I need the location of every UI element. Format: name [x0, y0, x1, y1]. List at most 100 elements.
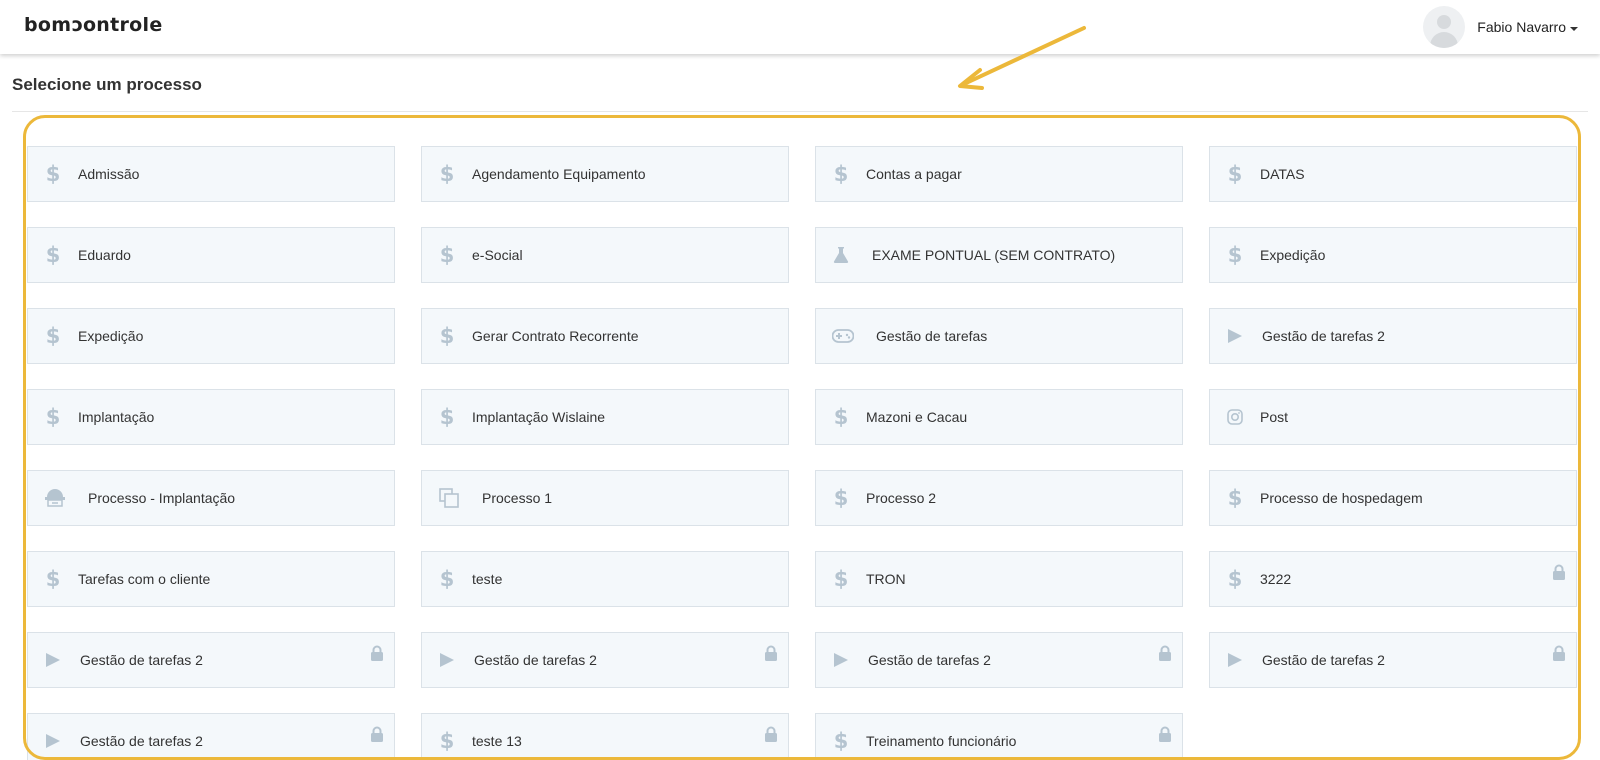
- process-card[interactable]: Gestão de tarefas 2: [421, 632, 789, 688]
- process-card-label: Treinamento funcionário: [866, 733, 1017, 749]
- process-card[interactable]: $ teste: [421, 551, 789, 607]
- process-card[interactable]: Post: [1209, 389, 1577, 445]
- process-card-label: Expedição: [1260, 247, 1326, 263]
- dollar-icon: $: [833, 486, 849, 510]
- process-card-label: teste: [472, 571, 503, 587]
- process-card[interactable]: $3222: [1209, 551, 1577, 607]
- process-card[interactable]: $ Implantação: [27, 389, 395, 445]
- dollar-icon: $: [439, 162, 455, 186]
- play-icon: [1224, 649, 1246, 671]
- process-card[interactable]: $ Mazoni e Cacau: [815, 389, 1183, 445]
- avatar[interactable]: [1423, 6, 1466, 48]
- process-card[interactable]: $ Tarefas com o cliente: [27, 551, 395, 607]
- process-card[interactable]: $ Expedição: [1209, 227, 1577, 283]
- process-card-label: Processo 1: [482, 490, 553, 506]
- process-card-label: e-Social: [472, 247, 523, 263]
- avatar-head: [1437, 15, 1452, 29]
- process-card-label: Tarefas com o cliente: [78, 571, 211, 587]
- dollar-icon: $: [439, 405, 455, 429]
- process-card-label: Implantação: [78, 409, 155, 425]
- process-card[interactable]: EXAME PONTUAL (SEM CONTRATO): [815, 227, 1183, 283]
- lock-icon: [1553, 645, 1565, 661]
- process-grid: $ Admissão $ Agendamento Equipamento $ Contas…: [27, 146, 1577, 760]
- process-card-label: Expedição: [78, 328, 144, 344]
- dollar-icon: $: [1227, 162, 1243, 186]
- process-card-label: Processo 2: [866, 490, 937, 506]
- copy-icon: [436, 487, 462, 509]
- process-card-label: Processo de hospedagem: [1260, 490, 1423, 506]
- title-divider: [12, 111, 1588, 112]
- process-card-label: Gestão de tarefas 2: [1262, 652, 1385, 668]
- process-card[interactable]: $ DATAS: [1209, 146, 1577, 202]
- process-card-label: Eduardo: [78, 247, 131, 263]
- lock-icon: [371, 645, 383, 661]
- process-card-label: Gestão de tarefas: [876, 328, 988, 344]
- logo-text-b: ontrole: [82, 14, 163, 36]
- play-icon: [830, 649, 852, 671]
- process-card-label: Gestão de tarefas 2: [474, 652, 597, 668]
- lock-icon: [1553, 564, 1565, 580]
- process-card[interactable]: Gestão de tarefas 2: [27, 713, 395, 760]
- process-card-label: TRON: [866, 571, 906, 587]
- process-card[interactable]: Processo 1: [421, 470, 789, 526]
- process-card[interactable]: Processo - Implantação: [27, 470, 395, 526]
- process-card-label: EXAME PONTUAL (SEM CONTRATO): [872, 247, 1116, 263]
- process-card[interactable]: $ Gerar Contrato Recorrente: [421, 308, 789, 364]
- process-card[interactable]: Gestão de tarefas 2: [27, 632, 395, 688]
- dollar-icon: $: [45, 162, 61, 186]
- gamepad-icon: [830, 325, 856, 347]
- dollar-icon: $: [439, 243, 455, 267]
- process-card[interactable]: $ e-Social: [421, 227, 789, 283]
- process-card[interactable]: $ Admissão: [27, 146, 395, 202]
- dollar-icon: $: [45, 324, 61, 348]
- process-card-label: Gestão de tarefas 2: [80, 733, 203, 749]
- lock-icon: [1159, 726, 1171, 742]
- play-icon: [436, 649, 458, 671]
- process-card[interactable]: $ Expedição: [27, 308, 395, 364]
- dollar-icon: $: [439, 324, 455, 348]
- user-name: Fabio Navarro: [1477, 19, 1566, 35]
- logo-text-o: c: [71, 14, 83, 36]
- process-card-label: Contas a pagar: [866, 166, 962, 182]
- process-card-label: Gerar Contrato Recorrente: [472, 328, 639, 344]
- dollar-icon: $: [1227, 243, 1243, 267]
- process-card[interactable]: $ Processo 2: [815, 470, 1183, 526]
- process-card-label: Mazoni e Cacau: [866, 409, 968, 425]
- process-card[interactable]: $ Processo de hospedagem: [1209, 470, 1577, 526]
- process-card-label: teste 13: [472, 733, 522, 749]
- flask-icon: [830, 244, 852, 266]
- process-card[interactable]: Gestão de tarefas: [815, 308, 1183, 364]
- process-card[interactable]: $ Treinamento funcionário: [815, 713, 1183, 760]
- dollar-icon: $: [439, 567, 455, 591]
- lock-icon: [371, 726, 383, 742]
- process-card[interactable]: $ teste 13: [421, 713, 789, 760]
- top-bar: bomcontrole Fabio Navarro: [0, 0, 1600, 54]
- dollar-icon: $: [833, 567, 849, 591]
- avatar-body: [1430, 32, 1459, 48]
- process-card[interactable]: Gestão de tarefas 2: [1209, 308, 1577, 364]
- process-card[interactable]: $ Contas a pagar: [815, 146, 1183, 202]
- process-card-label: Processo - Implantação: [88, 490, 236, 506]
- process-card[interactable]: Gestão de tarefas 2: [815, 632, 1183, 688]
- process-card[interactable]: Gestão de tarefas 2: [1209, 632, 1577, 688]
- process-card[interactable]: $ Agendamento Equipamento: [421, 146, 789, 202]
- lock-icon: [1159, 645, 1171, 661]
- play-icon: [42, 730, 64, 752]
- dollar-icon: $: [833, 729, 849, 753]
- dollar-icon: $: [833, 405, 849, 429]
- process-card-label: DATAS: [1260, 166, 1305, 182]
- process-card[interactable]: $ Implantação Wislaine: [421, 389, 789, 445]
- process-card[interactable]: $ TRON: [815, 551, 1183, 607]
- app-logo[interactable]: bomcontrole: [24, 14, 163, 36]
- dollar-icon: $: [45, 243, 61, 267]
- process-card[interactable]: $ Eduardo: [27, 227, 395, 283]
- dollar-icon: $: [833, 162, 849, 186]
- dollar-icon: $: [1227, 486, 1243, 510]
- page-title: Selecione um processo: [12, 75, 202, 94]
- user-name-dropdown[interactable]: Fabio Navarro: [1477, 19, 1578, 35]
- builder-icon: [42, 487, 68, 509]
- instagram-icon: [1224, 406, 1246, 428]
- dollar-icon: $: [45, 405, 61, 429]
- user-menu[interactable]: Fabio Navarro: [1423, 5, 1578, 49]
- process-card-label: Admissão: [78, 166, 140, 182]
